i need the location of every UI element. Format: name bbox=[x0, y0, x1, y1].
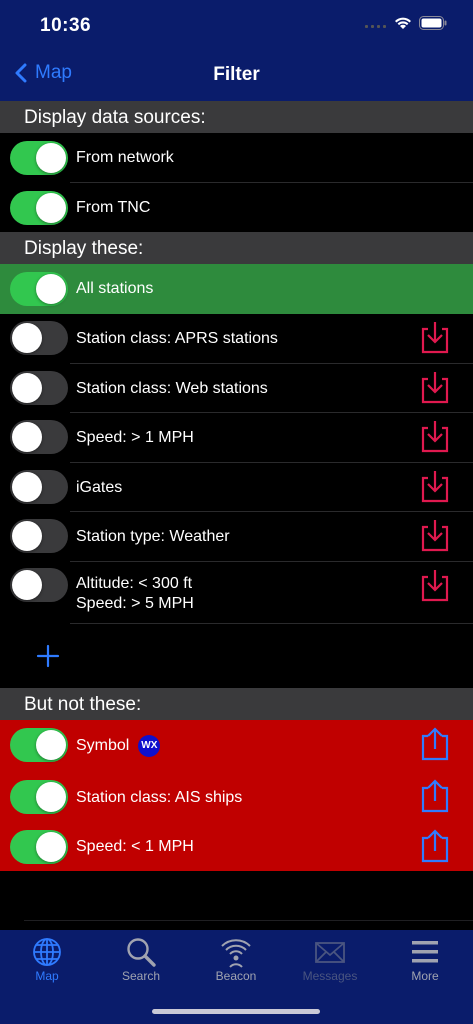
tab-beacon[interactable]: Beacon bbox=[189, 930, 283, 990]
tab-label: Map bbox=[35, 969, 59, 983]
filter-toggle[interactable] bbox=[10, 470, 68, 504]
tab-messages[interactable]: Messages bbox=[283, 930, 377, 990]
tab-label: Messages bbox=[302, 969, 358, 983]
filter-label: Station type: Weather bbox=[76, 528, 230, 545]
exclude-label: Symbol WX bbox=[76, 735, 161, 757]
import-icon[interactable] bbox=[421, 419, 449, 453]
toggle-knob bbox=[36, 782, 66, 812]
divider bbox=[24, 920, 473, 921]
import-icon[interactable] bbox=[421, 320, 449, 354]
toggle-knob bbox=[12, 422, 42, 452]
exclude-toggle[interactable] bbox=[10, 728, 68, 762]
exclude-toggle[interactable] bbox=[10, 830, 68, 864]
display-row: Altitude: < 300 ft Speed: > 5 MPH bbox=[0, 562, 473, 624]
export-icon[interactable] bbox=[421, 829, 449, 863]
toggle-knob bbox=[36, 143, 66, 173]
toggle-knob bbox=[12, 373, 42, 403]
filter-label: Station class: Web stations bbox=[76, 380, 268, 397]
top-bar: 10:36 Map Filter bbox=[0, 0, 473, 101]
home-indicator bbox=[152, 1009, 320, 1014]
import-icon[interactable] bbox=[421, 469, 449, 503]
magnifier-icon bbox=[127, 938, 156, 967]
display-row: Station class: Web stations bbox=[0, 364, 473, 413]
section-header-display: Display these: bbox=[0, 232, 473, 264]
tab-label: More bbox=[411, 969, 439, 983]
section-header-sources: Display data sources: bbox=[0, 101, 473, 133]
display-row: iGates bbox=[0, 463, 473, 512]
tab-label: Search bbox=[121, 969, 161, 983]
battery-icon bbox=[419, 16, 447, 30]
status-time: 10:36 bbox=[40, 15, 92, 36]
import-icon[interactable] bbox=[421, 518, 449, 552]
import-icon[interactable] bbox=[421, 568, 449, 602]
tnc-toggle[interactable] bbox=[10, 191, 68, 225]
signal-icon bbox=[365, 25, 386, 28]
network-toggle[interactable] bbox=[10, 141, 68, 175]
filter-label: All stations bbox=[76, 280, 154, 297]
wx-badge-icon: WX bbox=[138, 735, 161, 757]
globe-icon bbox=[33, 938, 61, 966]
filter-toggle[interactable] bbox=[10, 420, 68, 454]
exclude-row: Speed: < 1 MPH bbox=[0, 823, 473, 871]
display-row: Station class: APRS stations bbox=[0, 314, 473, 364]
display-row-all-stations: All stations bbox=[0, 264, 473, 314]
filter-label-multiline: Altitude: < 300 ft Speed: > 5 MPH bbox=[76, 574, 194, 614]
filter-toggle[interactable] bbox=[10, 371, 68, 405]
wifi-icon bbox=[395, 17, 411, 29]
export-icon[interactable] bbox=[421, 779, 449, 813]
all-stations-toggle[interactable] bbox=[10, 272, 68, 306]
exclude-row-symbol: Symbol WX bbox=[0, 720, 473, 771]
exclude-label: Station class: AIS ships bbox=[76, 789, 243, 806]
source-label: From TNC bbox=[76, 199, 151, 216]
toggle-knob bbox=[12, 472, 42, 502]
tab-label: Beacon bbox=[215, 969, 257, 983]
toggle-knob bbox=[12, 570, 42, 600]
filter-label: iGates bbox=[76, 479, 123, 496]
broadcast-icon bbox=[221, 939, 251, 968]
display-row: Station type: Weather bbox=[0, 512, 473, 562]
filter-toggle[interactable] bbox=[10, 519, 68, 553]
add-filter-plus-icon[interactable] bbox=[36, 644, 60, 668]
exclude-row: Station class: AIS ships bbox=[0, 771, 473, 823]
status-icons bbox=[365, 16, 447, 30]
toggle-knob bbox=[12, 521, 42, 551]
toggle-knob bbox=[36, 730, 66, 760]
tab-more[interactable]: More bbox=[378, 930, 472, 990]
import-icon[interactable] bbox=[421, 370, 449, 404]
page-title: Filter bbox=[213, 64, 260, 85]
exclude-group: Symbol WX Station class: AIS ships Speed:… bbox=[0, 720, 473, 871]
filter-toggle[interactable] bbox=[10, 321, 68, 355]
filter-label: Speed: > 1 MPH bbox=[76, 429, 194, 446]
envelope-icon bbox=[315, 942, 345, 963]
display-row: Speed: > 1 MPH bbox=[0, 413, 473, 463]
toggle-knob bbox=[12, 323, 42, 353]
filter-toggle[interactable] bbox=[10, 568, 68, 602]
menu-icon bbox=[412, 941, 438, 963]
exclude-toggle[interactable] bbox=[10, 780, 68, 814]
exclude-label: Speed: < 1 MPH bbox=[76, 838, 194, 855]
filter-label-line1: Altitude: < 300 ft bbox=[76, 575, 193, 592]
source-row-network: From network bbox=[0, 133, 473, 183]
tab-search[interactable]: Search bbox=[94, 930, 188, 990]
tab-map[interactable]: Map bbox=[0, 930, 94, 990]
toggle-knob bbox=[36, 274, 66, 304]
source-label: From network bbox=[76, 149, 174, 166]
filter-label: Station class: APRS stations bbox=[76, 330, 278, 347]
export-icon[interactable] bbox=[421, 727, 449, 761]
filter-label-line2: Speed: > 5 MPH bbox=[76, 595, 194, 612]
toggle-knob bbox=[36, 832, 66, 862]
section-header-exclude: But not these: bbox=[0, 688, 473, 720]
toggle-knob bbox=[36, 193, 66, 223]
source-row-tnc: From TNC bbox=[0, 183, 473, 232]
exclude-label-text: Symbol bbox=[76, 737, 130, 755]
